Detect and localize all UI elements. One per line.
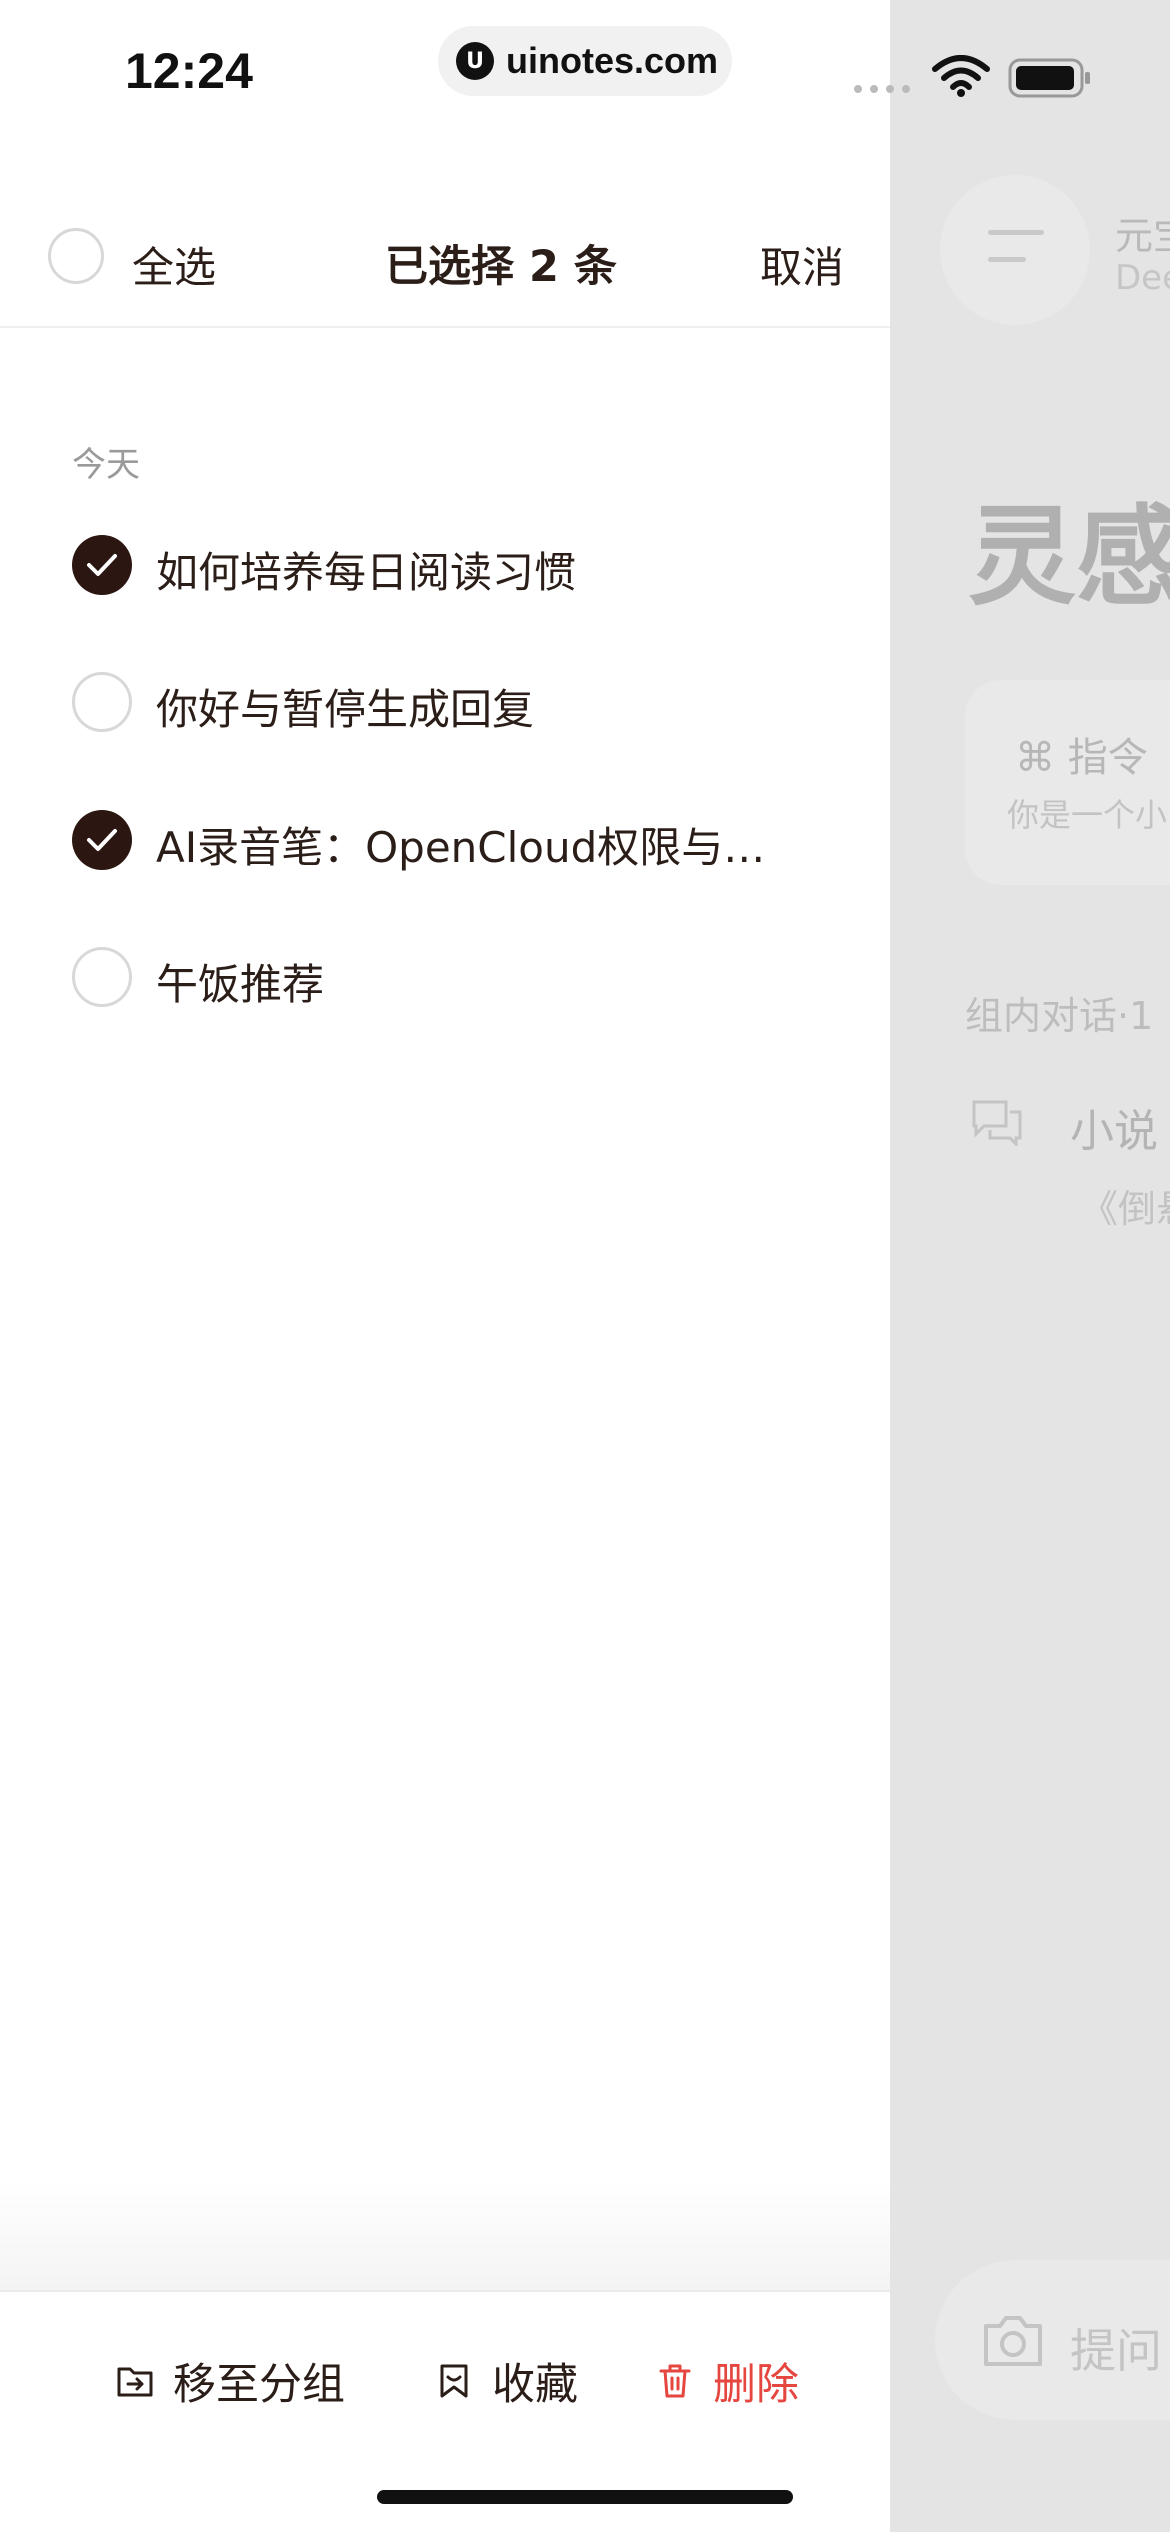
selection-header: 全选 已选择 2 条 取消 (0, 200, 890, 328)
background-card-title: ⌘ 指令 (1015, 735, 1148, 781)
favorite-label: 收藏 (492, 2360, 578, 2410)
background-input-bar: 提问 (935, 2260, 1170, 2420)
trash-icon (659, 2364, 691, 2398)
select-all-label[interactable]: 全选 (132, 234, 216, 295)
bottom-fade (0, 2180, 890, 2290)
list-item[interactable]: 如何培养每日阅读习惯 (0, 505, 890, 625)
delete-button[interactable]: 删除 (655, 2350, 799, 2412)
signal-icon (854, 85, 910, 93)
list-item-title: AI录音笔：OpenCloud权限与安… (156, 823, 796, 872)
site-logo-icon: U (456, 42, 494, 80)
url-text: uinotes.com (506, 40, 719, 81)
background-chat-preview: 《倒悬 (1080, 1187, 1170, 1231)
url-pill: U uinotes.com (438, 26, 732, 96)
favorite-button[interactable]: 收藏 (434, 2350, 578, 2412)
list-item[interactable]: 你好与暂停生成回复 (0, 642, 890, 762)
list-item-title: 午饭推荐 (156, 960, 325, 1009)
checkbox-checked[interactable] (72, 810, 132, 870)
chat-bubble-icon (972, 1100, 1022, 1146)
cancel-button[interactable]: 取消 (760, 234, 844, 295)
home-indicator (377, 2490, 793, 2504)
battery-icon (1008, 58, 1090, 98)
list-item[interactable]: 午饭推荐 (0, 917, 890, 1037)
checkbox-unchecked[interactable] (72, 947, 132, 1007)
checkbox-unchecked[interactable] (72, 672, 132, 732)
status-time: 12:24 (125, 43, 253, 99)
background-group-label: 组内对话·1 (965, 994, 1154, 1038)
background-instruction-card: ⌘ 指令 你是一个小 (965, 680, 1170, 885)
list-item-title: 你好与暂停生成回复 (156, 685, 535, 734)
checkbox-checked[interactable] (72, 535, 132, 595)
camera-icon (984, 2316, 1042, 2366)
selected-count: 已选择 2 条 (385, 242, 617, 292)
checkmark-icon (87, 829, 117, 851)
background-page: 元宝 Dee 灵感 ⌘ 指令 你是一个小 组内对话·1 小说 《倒悬 提问 (890, 0, 1170, 2532)
background-input-placeholder: 提问 (1070, 2324, 1162, 2378)
background-title: 元宝 (1115, 214, 1170, 258)
background-chat-title: 小说 (1070, 1106, 1158, 1157)
bookmark-icon (440, 2364, 468, 2398)
section-label-today: 今天 (72, 445, 140, 485)
checkmark-icon (87, 554, 117, 576)
wifi-icon (932, 55, 990, 97)
move-to-group-button[interactable]: 移至分组 (115, 2350, 345, 2412)
background-subtitle: Dee (1115, 258, 1170, 298)
move-folder-icon (117, 2367, 153, 2397)
move-to-group-label: 移至分组 (173, 2360, 345, 2410)
list-item-title: 如何培养每日阅读习惯 (156, 548, 577, 597)
select-all-checkbox[interactable] (48, 228, 104, 284)
list-item[interactable]: AI录音笔：OpenCloud权限与安… (0, 780, 890, 900)
background-heading: 灵感 (968, 495, 1170, 620)
background-menu-button (940, 175, 1090, 325)
delete-label: 删除 (713, 2360, 799, 2410)
background-card-text: 你是一个小 (1007, 796, 1168, 834)
